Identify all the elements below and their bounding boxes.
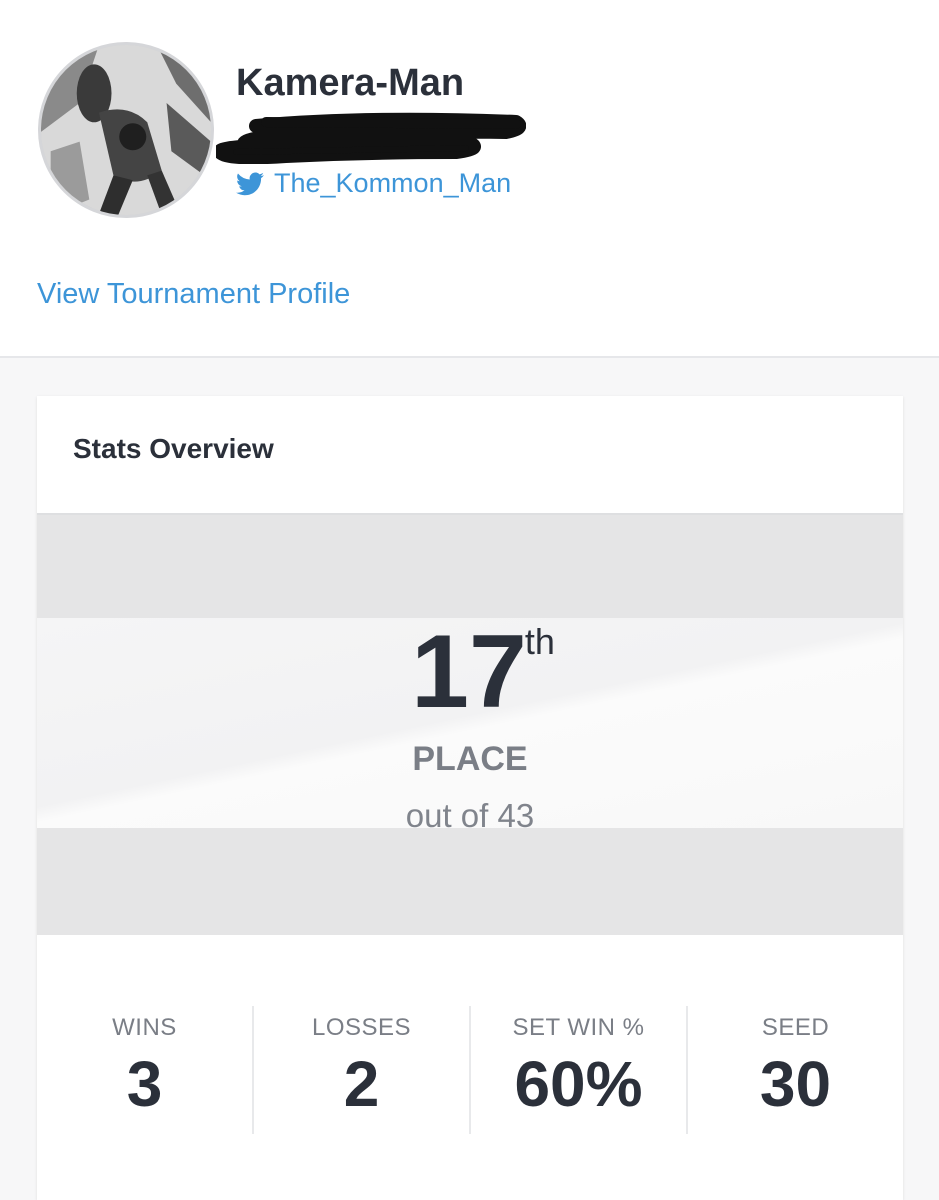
stat-label: WINS <box>112 1014 177 1041</box>
player-name: Kamera-Man <box>236 62 465 104</box>
placement-banner: 17th PLACE out of 43 <box>37 513 903 935</box>
place-label: PLACE <box>412 740 528 778</box>
twitter-handle: The_Kommon_Man <box>274 168 512 198</box>
placement-panel: 17th PLACE out of 43 <box>37 618 903 832</box>
twitter-bird-icon <box>236 171 264 196</box>
rank-suffix: th <box>524 621 555 662</box>
stat-value: 3 <box>126 1048 163 1120</box>
stat-seed: SEED 30 <box>686 1006 903 1134</box>
rank-number: 17 <box>411 614 527 730</box>
stats-row: WINS 3 LOSSES 2 SET WIN % 60% SEED 30 <box>37 1006 903 1134</box>
stats-overview-card: Stats Overview 17th PLACE out of 43 WINS… <box>37 396 903 1200</box>
twitter-link[interactable]: The_Kommon_Man <box>236 168 511 199</box>
avatar[interactable] <box>38 42 214 218</box>
profile-header: Kamera-Man The_Kommon_Man View Tournamen… <box>0 0 939 358</box>
stat-label: LOSSES <box>311 1014 412 1041</box>
stat-wins: WINS 3 <box>37 1006 252 1134</box>
stat-losses: LOSSES 2 <box>252 1006 469 1134</box>
redacted-text-scribble <box>216 112 526 164</box>
stat-set-win-percent: SET WIN % 60% <box>469 1006 686 1134</box>
stat-value: 30 <box>759 1048 832 1120</box>
avatar-image <box>41 45 211 215</box>
stat-label: SEED <box>761 1014 830 1041</box>
placement-rank: 17th <box>37 620 903 724</box>
stat-value: 60% <box>514 1048 643 1120</box>
view-tournament-profile-link[interactable]: View Tournament Profile <box>37 278 350 311</box>
out-of-total: out of 43 <box>405 797 535 834</box>
stat-value: 2 <box>343 1048 380 1120</box>
stat-label: SET WIN % <box>512 1014 645 1041</box>
card-title: Stats Overview <box>73 433 274 464</box>
